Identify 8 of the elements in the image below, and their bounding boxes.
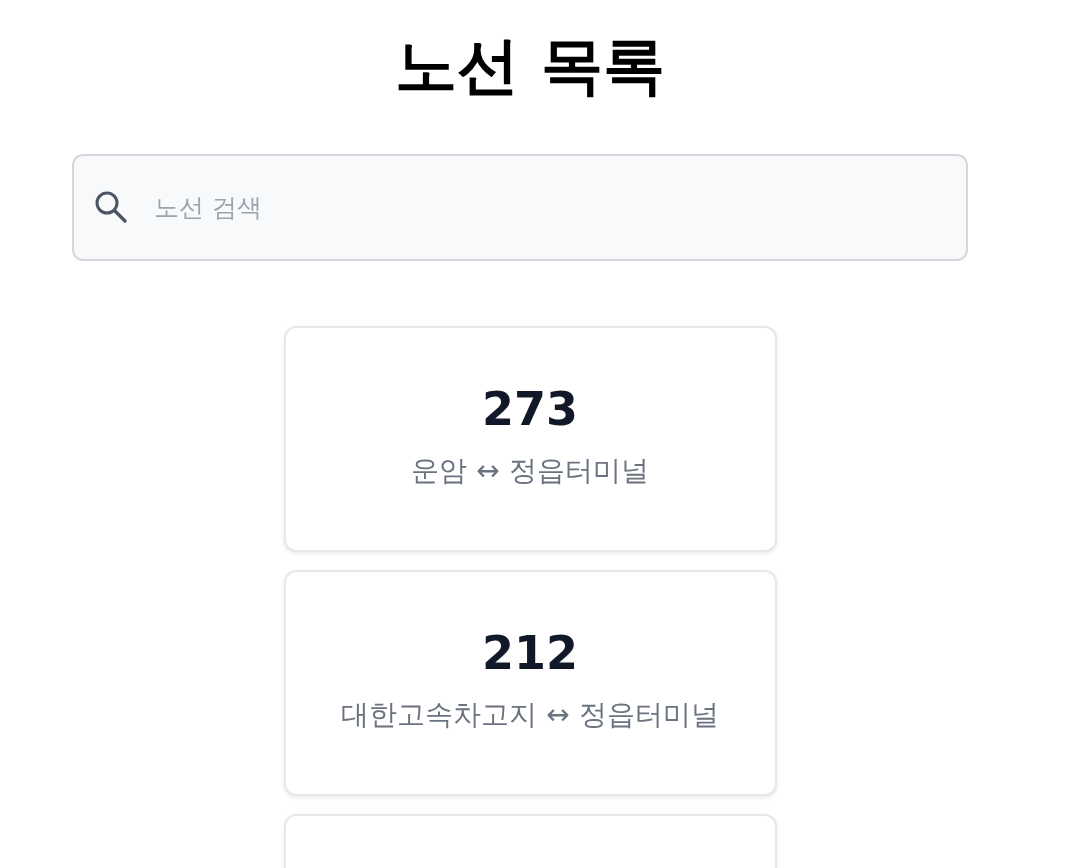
- route-endpoints: 운암 ↔ 정읍터미널: [411, 453, 649, 489]
- route-number: 212: [482, 625, 578, 682]
- search-field[interactable]: 노선 검색: [72, 154, 968, 261]
- route-card[interactable]: 273 운암 ↔ 정읍터미널: [283, 326, 777, 552]
- route-endpoints: 대한고속차고지 ↔ 정읍터미널: [341, 697, 719, 733]
- route-card[interactable]: 212 대한고속차고지 ↔ 정읍터미널: [283, 570, 777, 796]
- page-title: 노선 목록: [395, 28, 665, 104]
- route-number: 273: [482, 381, 578, 438]
